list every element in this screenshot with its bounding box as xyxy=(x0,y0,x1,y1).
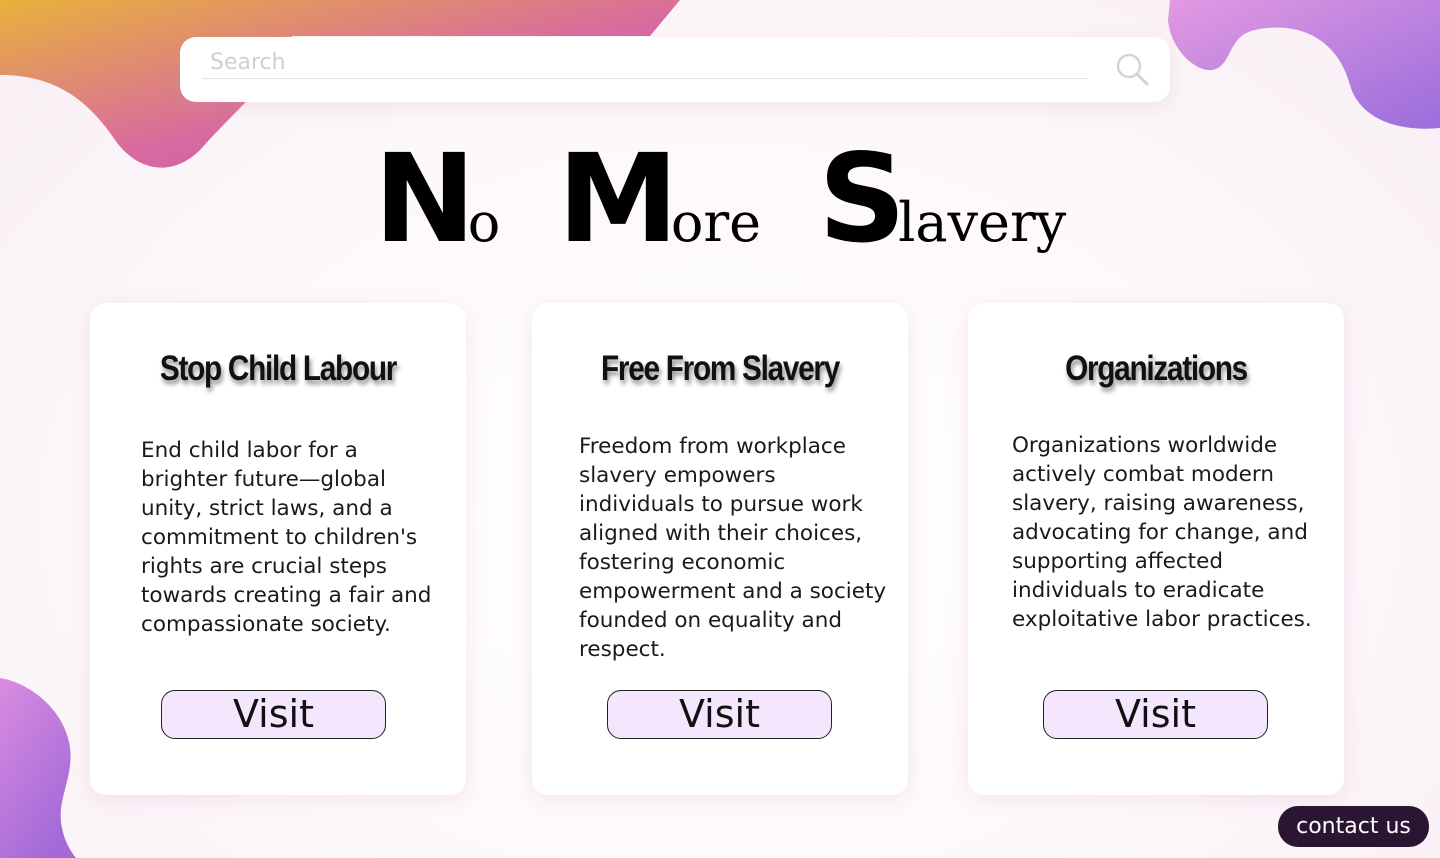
card-free-from-slavery: Free From Slavery Freedom from workplace… xyxy=(532,303,908,795)
title-initial: N xyxy=(373,128,476,270)
title-initial: M xyxy=(557,128,678,270)
decorative-blob-bottom-left xyxy=(0,678,76,858)
visit-button[interactable]: Visit xyxy=(607,690,832,739)
title-word-more: More xyxy=(557,138,761,260)
title-word-no: No xyxy=(374,138,501,260)
visit-button[interactable]: Visit xyxy=(1043,690,1268,739)
card-description: Organizations worldwide actively combat … xyxy=(1012,433,1312,632)
search-icon[interactable] xyxy=(1114,51,1150,87)
visit-button[interactable]: Visit xyxy=(161,690,386,739)
decorative-blob-top-right xyxy=(1168,0,1440,129)
card-organizations: Organizations Organizations worldwide ac… xyxy=(968,303,1344,795)
title-initial: S xyxy=(818,128,906,270)
card-stop-child-labour: Stop Child Labour End child labor for a … xyxy=(90,303,466,795)
card-heading: Organizations xyxy=(1065,349,1248,388)
title-word-slavery: Slavery xyxy=(818,138,1066,260)
card-heading: Stop Child Labour xyxy=(159,349,397,388)
search-bar xyxy=(180,37,1170,102)
title-rest: lavery xyxy=(898,191,1067,254)
title-rest: o xyxy=(467,191,501,254)
title-rest: ore xyxy=(670,191,762,254)
page-title: No More Slavery xyxy=(0,138,1440,260)
card-description: Freedom from workplace slavery empowers … xyxy=(579,434,887,662)
contact-us-button[interactable]: contact us xyxy=(1278,806,1429,847)
card-description: End child labor for a brighter future—gl… xyxy=(141,438,432,637)
card-heading: Free From Slavery xyxy=(601,349,840,388)
search-input[interactable] xyxy=(202,47,1088,79)
